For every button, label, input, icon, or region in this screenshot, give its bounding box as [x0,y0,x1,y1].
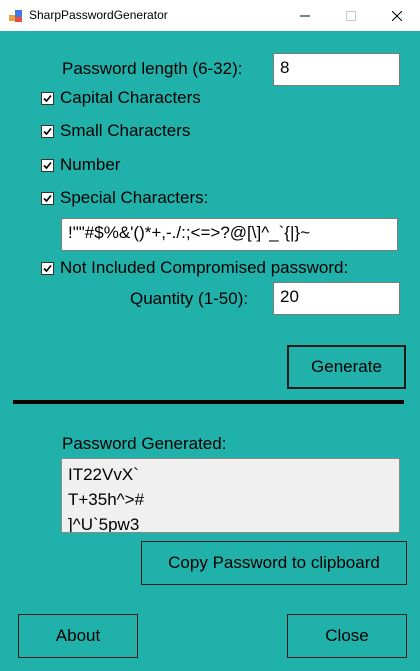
quantity-label: Quantity (1-50): [130,289,249,308]
close-window-button[interactable] [374,0,420,31]
checkmark-icon [43,94,52,102]
small-characters-checkbox[interactable] [41,124,54,138]
compromised-password-option[interactable]: Not Included Compromised password: [41,258,348,278]
checkmark-icon [43,127,52,135]
close-icon [392,10,402,21]
special-characters-label: Special Characters: [60,188,209,207]
capital-characters-option[interactable]: Capital Characters [41,88,201,108]
generated-password: IT22VvX` [68,465,139,484]
capital-characters-checkbox[interactable] [41,91,54,105]
maximize-icon [346,10,356,21]
generate-button[interactable]: Generate [287,345,406,389]
about-button[interactable]: About [18,614,138,658]
minimize-button[interactable] [282,0,328,31]
close-button[interactable]: Close [287,614,407,658]
small-characters-option[interactable]: Small Characters [41,121,190,141]
minimize-icon [300,15,310,16]
main-window: SharpPasswordGenerator Password length (… [0,0,420,671]
generated-password: ]^U`5pw3 [68,515,140,533]
number-label: Number [60,155,121,174]
special-characters-checkbox[interactable] [41,191,54,205]
number-checkbox[interactable] [41,158,54,172]
copy-password-button[interactable]: Copy Password to clipboard [141,541,407,585]
compromised-password-checkbox[interactable] [41,261,54,275]
app-icon [9,8,23,22]
checkmark-icon [43,161,52,169]
small-characters-label: Small Characters [60,121,191,140]
compromised-password-label: Not Included Compromised password: [60,258,349,277]
maximize-button[interactable] [328,0,374,31]
window-title: SharpPasswordGenerator [29,8,168,22]
password-length-input[interactable]: 8 [273,53,400,86]
quantity-input[interactable]: 20 [273,282,400,315]
password-length-label: Password length (6-32): [62,59,243,78]
generated-passwords-box[interactable]: IT22VvX` T+35h^># ]^U`5pw3 [61,458,400,533]
capital-characters-label: Capital Characters [60,88,201,107]
number-option[interactable]: Number [41,155,120,175]
special-characters-option[interactable]: Special Characters: [41,188,208,208]
password-generated-label: Password Generated: [62,434,227,453]
checkmark-icon [43,194,52,202]
special-characters-input[interactable]: !""#$%&'()*+,-./:;<=>?@[\]^_`{|}~ [61,218,398,251]
divider [13,400,404,404]
generated-password: T+35h^># [68,490,145,509]
checkmark-icon [43,264,52,272]
title-bar[interactable]: SharpPasswordGenerator [0,0,420,31]
